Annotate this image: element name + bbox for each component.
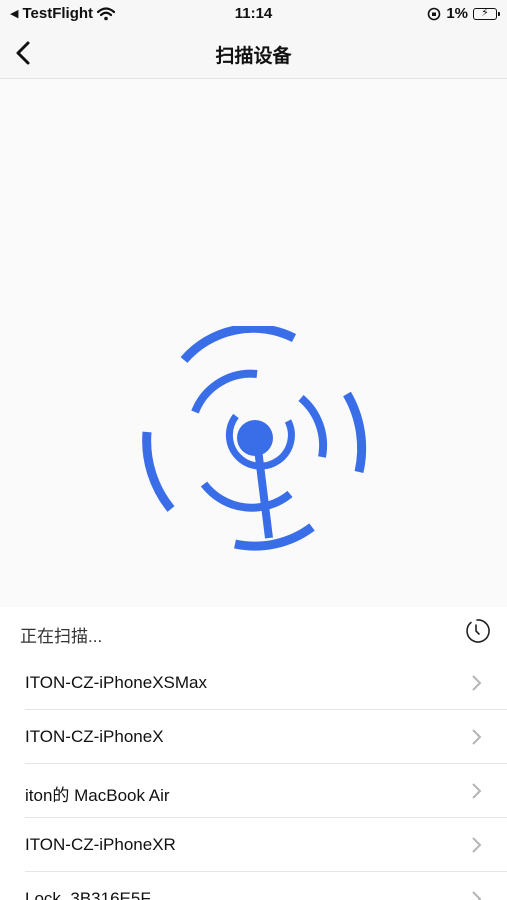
battery-percent: 1% bbox=[446, 5, 468, 22]
device-list: ITON-CZ-iPhoneXSMax ITON-CZ-iPhoneX iton… bbox=[0, 656, 507, 900]
device-name: Lock_3B316E5F bbox=[25, 889, 151, 900]
device-name: ITON-CZ-iPhoneXR bbox=[25, 835, 176, 854]
device-row[interactable]: ITON-CZ-iPhoneX bbox=[25, 710, 507, 764]
scan-area bbox=[0, 79, 507, 607]
battery-icon: ⚡ bbox=[473, 7, 500, 20]
nav-bar: 扫描设备 bbox=[0, 28, 507, 79]
status-right: 1% ⚡ bbox=[427, 5, 500, 22]
device-row[interactable]: ITON-CZ-iPhoneXSMax bbox=[25, 656, 507, 710]
page-title: 扫描设备 bbox=[215, 46, 292, 67]
refresh-button[interactable] bbox=[462, 617, 490, 645]
chevron-right-icon bbox=[472, 837, 482, 853]
screen: ◀ TestFlight 11:14 1% ⚡ 扫描设备 正在扫描... ITO… bbox=[0, 0, 507, 900]
device-row[interactable]: ITON-CZ-iPhoneXR bbox=[25, 818, 507, 872]
status-bar: ◀ TestFlight 11:14 1% ⚡ bbox=[0, 0, 507, 28]
scanning-status-text: 正在扫描... bbox=[20, 627, 103, 646]
device-name: ITON-CZ-iPhoneX bbox=[25, 727, 164, 746]
chevron-right-icon bbox=[472, 783, 482, 799]
device-name: iton的 MacBook Air bbox=[25, 786, 170, 805]
device-row[interactable]: iton的 MacBook Air bbox=[25, 764, 507, 818]
chevron-right-icon bbox=[472, 891, 482, 900]
scan-status-bar: 正在扫描... bbox=[0, 607, 507, 655]
chevron-right-icon bbox=[472, 675, 482, 691]
device-row[interactable]: Lock_3B316E5F bbox=[25, 872, 507, 900]
refresh-icon bbox=[466, 619, 490, 643]
device-name: ITON-CZ-iPhoneXSMax bbox=[25, 673, 208, 692]
radar-antenna-icon bbox=[142, 326, 367, 551]
orientation-lock-icon bbox=[428, 7, 441, 20]
chevron-right-icon bbox=[472, 729, 482, 745]
